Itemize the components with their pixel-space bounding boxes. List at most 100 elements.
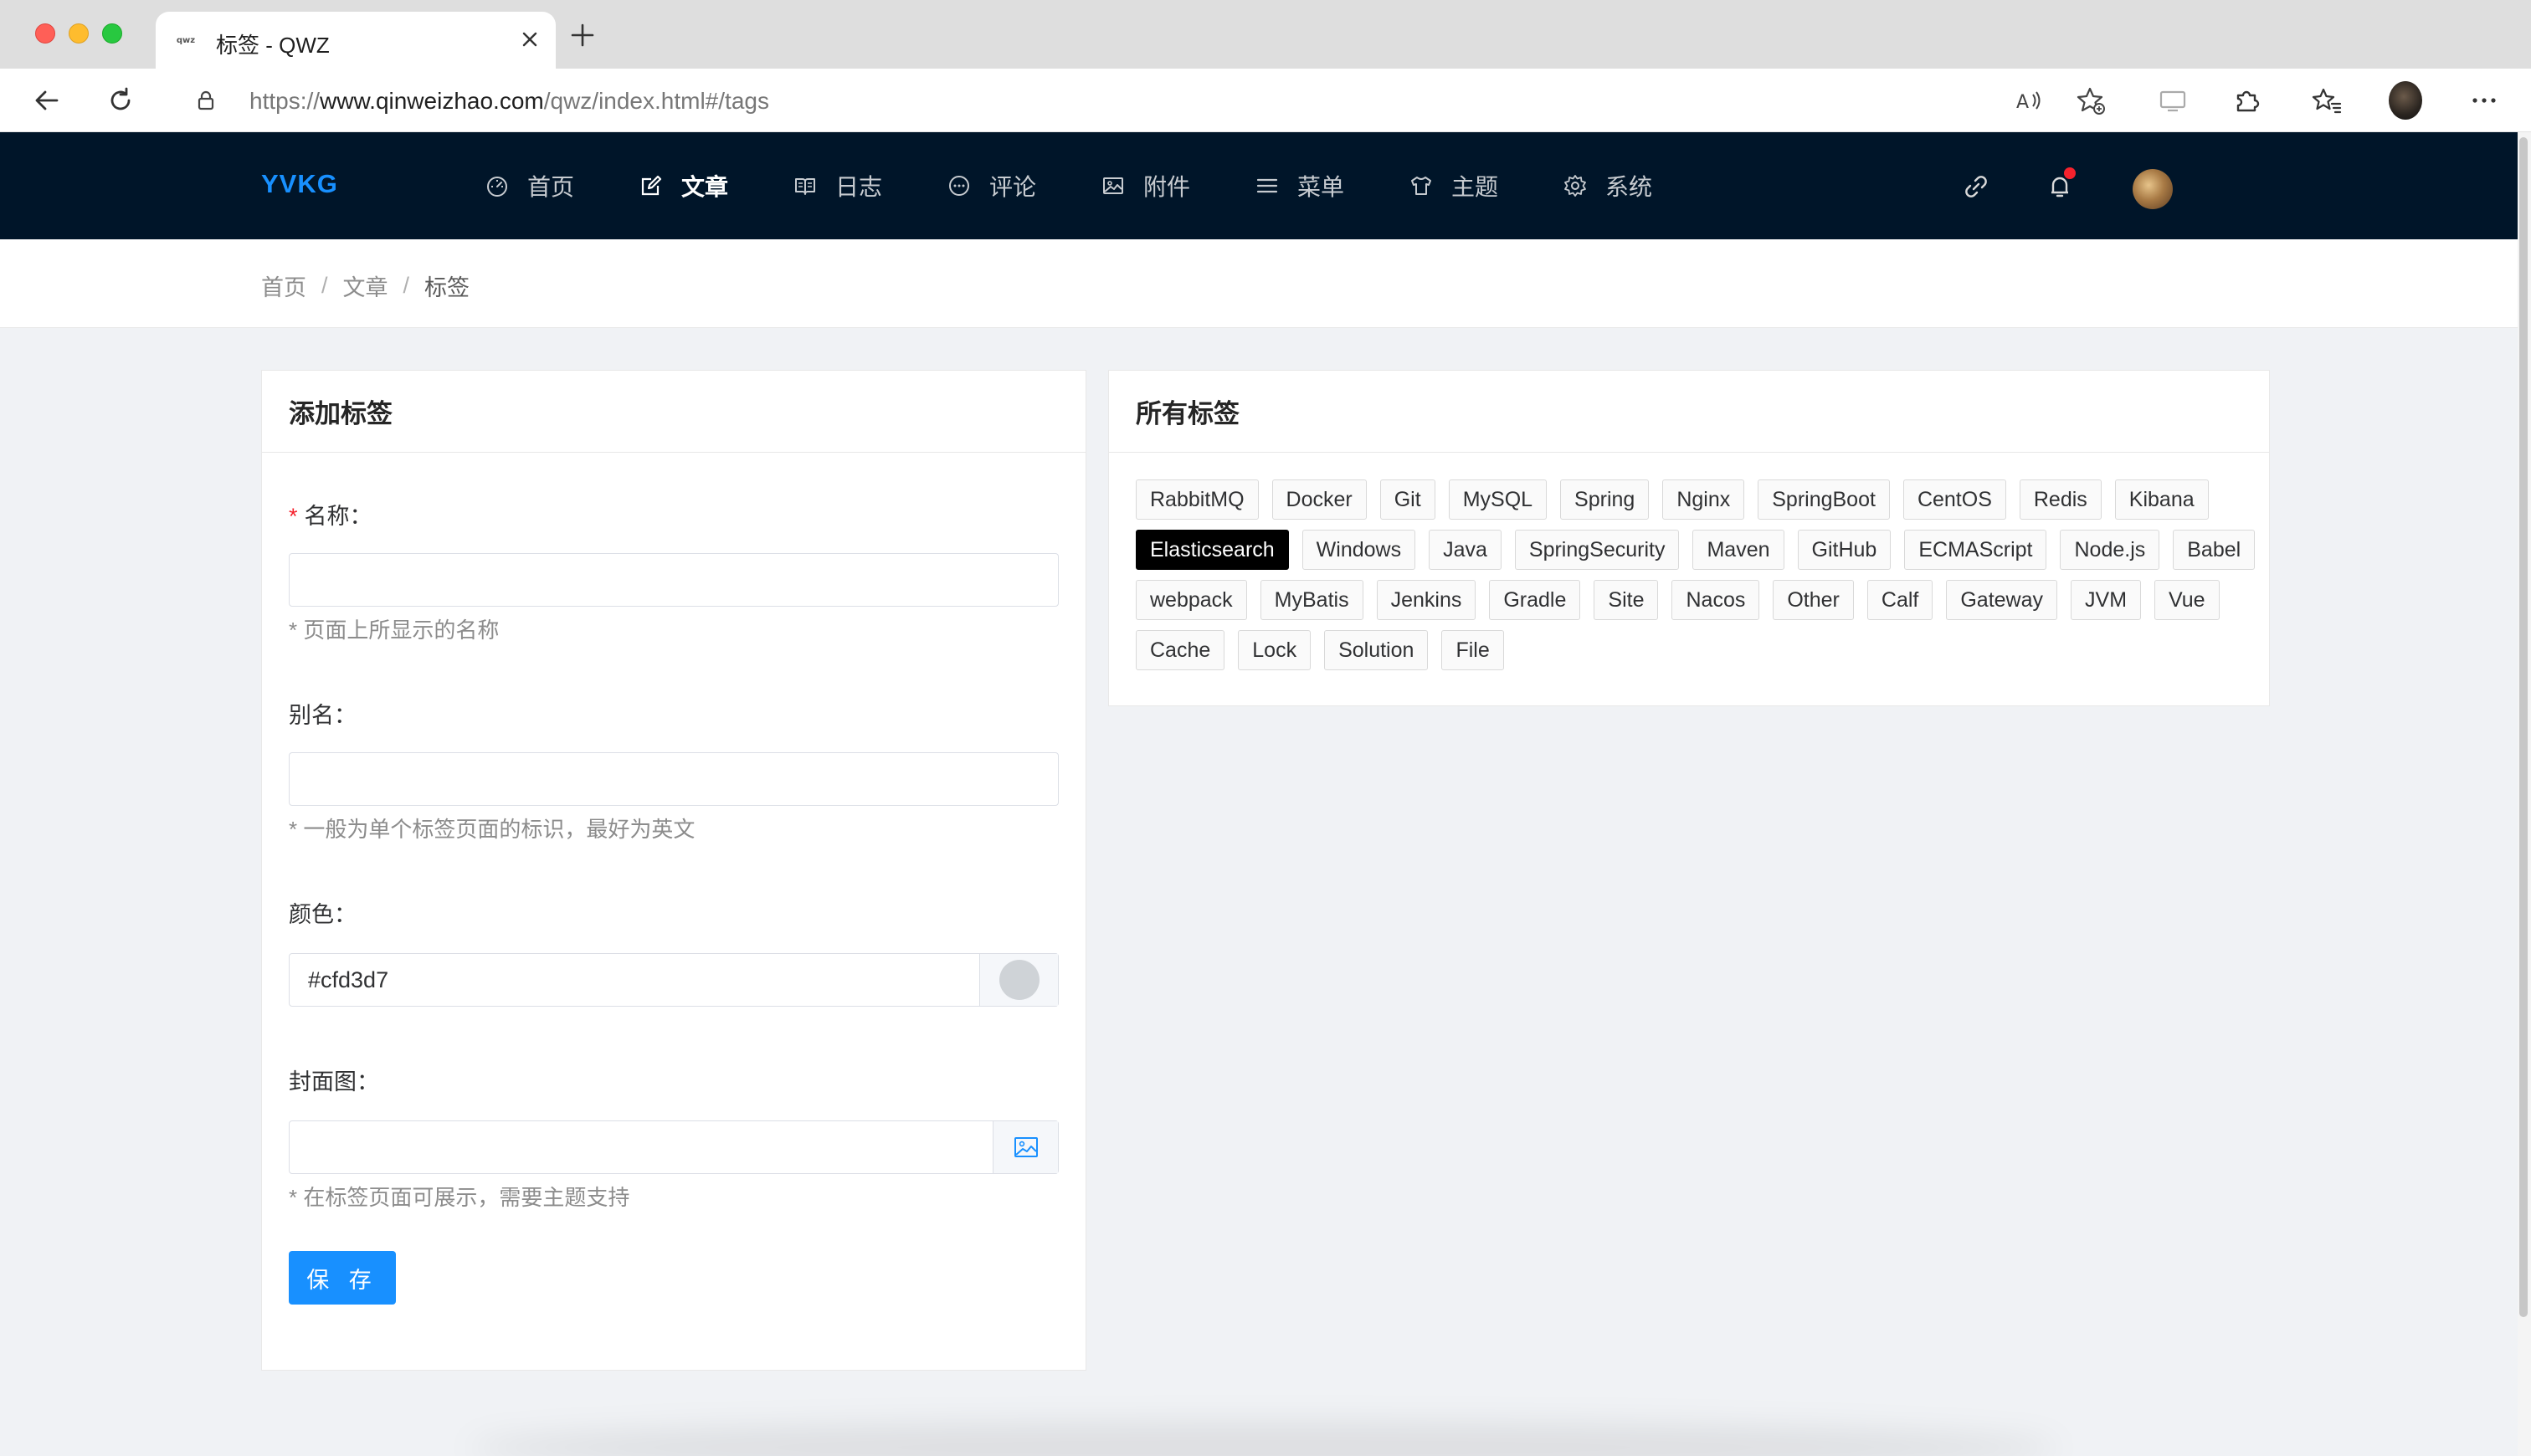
favorites-icon[interactable] [2310,84,2344,117]
url-text[interactable]: https://www.qinweizhao.com/qwz/index.htm… [249,88,769,115]
tag-chip[interactable]: CentOS [1902,479,2006,520]
nav-item-menus[interactable]: 菜单 [1255,169,1344,203]
tag-chip[interactable]: Nacos [1671,580,1760,620]
name-input[interactable] [289,553,1059,607]
tag-chip[interactable]: Nginx [1662,479,1745,520]
browser-tab-active[interactable]: qwz 标签 - QWZ [156,12,556,69]
tag-chip[interactable]: MyBatis [1260,580,1363,620]
nav-label: 首页 [527,174,575,200]
tag-chip[interactable]: JVM [2071,580,2142,620]
tag-chip[interactable]: Solution [1324,630,1429,670]
color-picker-button[interactable] [979,954,1058,1006]
required-mark: * [289,504,298,529]
tag-chip[interactable]: Gateway [1946,580,2058,620]
extensions-icon[interactable] [2230,84,2263,117]
browser-toolbar: https://www.qinweizhao.com/qwz/index.htm… [0,69,2531,132]
read-aloud-icon[interactable]: A [2012,84,2046,117]
tag-chip[interactable]: Maven [1692,530,1784,570]
dashboard-icon [487,177,507,197]
tag-chip[interactable]: Cache [1136,630,1225,670]
setting-icon [1564,175,1586,197]
breadcrumb-item-tags: 标签 [424,275,470,300]
close-tab-icon[interactable] [517,27,542,52]
window-close-button[interactable] [35,23,55,44]
back-arrow-icon[interactable] [30,84,64,117]
lock-icon[interactable] [194,89,218,112]
link-icon[interactable] [1962,172,1990,201]
tag-chip[interactable]: Vue [2154,580,2220,620]
name-help-text: * 页面上所显示的名称 [289,618,500,643]
skin-icon [1411,177,1431,195]
breadcrumb-bar: 首页 / 文章 / 标签 [0,239,2518,328]
cover-input[interactable] [289,1120,1059,1174]
add-tag-card: 添加标签 * 名称： * 页面上所显示的名称 别名： * 一般为单个标签页面的标识… [261,370,1086,1371]
tag-chip[interactable]: Git [1379,479,1435,520]
nav-item-system[interactable]: 系统 [1563,169,1652,203]
nav-item-posts[interactable]: 文章 [639,169,728,203]
breadcrumb-item-posts[interactable]: 文章 [343,269,388,302]
tag-chip[interactable]: MySQL [1448,479,1548,520]
all-tags-card: 所有标签 RabbitMQ Docker Git MySQL Spring Nginx Sp… [1108,370,2270,706]
reload-icon[interactable] [104,84,137,117]
tag-chip[interactable]: Node.js [2060,530,2160,570]
tag-chip[interactable]: Calf [1866,580,1933,620]
nav-label: 系统 [1605,174,1653,200]
address-bar[interactable]: https://www.qinweizhao.com/qwz/index.htm… [169,75,2138,126]
book-icon [795,178,815,195]
page-scrollbar-thumb[interactable] [2519,137,2528,1317]
tag-chip[interactable]: Site [1594,580,1659,620]
tab-title: 标签 - QWZ [216,33,330,58]
tag-chip[interactable]: Lock [1238,630,1312,670]
tag-chip[interactable]: Java [1429,530,1502,570]
tag-chip[interactable]: SpringBoot [1758,479,1890,520]
cast-icon[interactable] [2156,84,2190,117]
nav-item-journals[interactable]: 日志 [793,169,882,203]
url-host: www.qinweizhao.com [320,88,544,114]
nav-label: 日志 [835,174,883,200]
nav-item-home[interactable]: 首页 [485,169,574,203]
window-minimize-button[interactable] [69,23,89,44]
user-avatar[interactable] [2133,169,2173,209]
tag-chip[interactable]: ECMAScript [1904,530,2047,570]
more-options-icon[interactable] [2467,84,2501,117]
nav-item-themes[interactable]: 主题 [1409,169,1498,203]
tag-chip[interactable]: Docker [1271,479,1367,520]
menu-icon [1256,178,1278,193]
nav-label: 附件 [1143,174,1191,200]
slug-input[interactable] [289,752,1059,806]
profile-avatar[interactable] [2389,81,2422,120]
tag-chip[interactable]: Redis [2019,479,2102,520]
site-logo[interactable]: YVKG [261,169,338,199]
tag-chip[interactable]: Elasticsearch [1136,530,1289,570]
add-favorite-icon[interactable] [2074,84,2107,117]
message-icon [949,176,969,196]
tag-chip[interactable]: Windows [1301,530,1416,570]
tag-chip[interactable]: SpringSecurity [1514,530,1680,570]
name-label: * 名称： [289,498,372,531]
svg-text:A: A [2016,92,2029,113]
nav-item-comments[interactable]: 评论 [947,169,1036,203]
color-label: 颜色： [289,902,357,927]
picture-icon [1103,177,1123,194]
color-input[interactable]: #cfd3d7 [289,953,1059,1007]
nav-item-attachments[interactable]: 附件 [1101,169,1190,203]
breadcrumb-item-home[interactable]: 首页 [261,269,306,302]
url-prefix: https:// [249,88,321,114]
cover-picker-button[interactable] [993,1121,1058,1173]
tag-chip[interactable]: File [1441,630,1504,670]
save-button[interactable]: 保 存 [289,1251,396,1305]
tag-chip[interactable]: Babel [2173,530,2256,570]
new-tab-icon[interactable] [569,22,596,49]
tag-chip[interactable]: Gradle [1489,580,1581,620]
tag-chip[interactable]: Jenkins [1376,580,1476,620]
tag-chip[interactable]: Other [1773,580,1854,620]
tag-chip[interactable]: webpack [1136,580,1247,620]
window-zoom-button[interactable] [102,23,122,44]
tag-chip[interactable]: Spring [1560,479,1650,520]
notification-badge [2064,167,2076,179]
tag-chip[interactable]: GitHub [1797,530,1892,570]
app-header: YVKG 首页 文章 日志 评论 附件 菜单 主题 系统 [0,132,2518,239]
tag-chip[interactable]: Kibana [2114,479,2209,520]
tag-chip[interactable]: RabbitMQ [1136,479,1259,520]
cover-help-text: * 在标签页面可展示，需要主题支持 [289,1185,630,1210]
